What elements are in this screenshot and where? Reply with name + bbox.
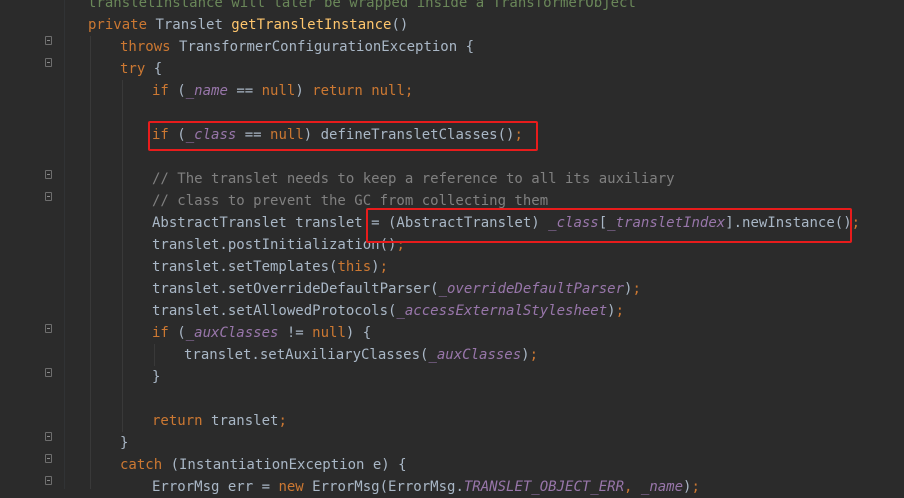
fold-marker-icon[interactable] xyxy=(45,170,52,179)
code-token: _accessExternalStylesheet xyxy=(396,303,608,319)
code-token: // class to prevent the GC from collecti… xyxy=(152,193,549,209)
code-token: catch xyxy=(120,457,171,473)
code-token: throws xyxy=(120,39,180,55)
code-token: TransformerConfigurationException { xyxy=(179,39,475,55)
fold-marker-icon[interactable] xyxy=(45,454,52,463)
fold-marker-icon[interactable] xyxy=(45,476,52,485)
code-line: translet.setAuxiliaryClasses(_auxClasses… xyxy=(184,344,538,366)
code-token: if xyxy=(152,325,178,341)
code-token: ) xyxy=(521,347,530,363)
code-token: return null xyxy=(312,83,405,99)
editor-gutter xyxy=(0,0,64,489)
code-line: transletInstance will later be wrapped i… xyxy=(88,0,636,14)
fold-marker-icon[interactable] xyxy=(45,368,52,377)
code-token: () xyxy=(391,17,409,33)
code-token: translet.setAllowedProtocols( xyxy=(152,303,397,319)
code-token: } xyxy=(152,369,161,385)
code-line: // The translet needs to keep a referenc… xyxy=(152,168,675,190)
code-token: } xyxy=(120,435,129,451)
highlight-box-define-classes xyxy=(148,121,538,151)
code-token: translet.postInitialization() xyxy=(152,237,397,253)
code-token: ) xyxy=(607,303,616,319)
code-token: Translet xyxy=(155,17,232,33)
indent-guide xyxy=(90,36,91,489)
code-token: return xyxy=(152,413,212,429)
code-line: if (_auxClasses != null) { xyxy=(152,322,371,344)
code-token: { xyxy=(153,61,163,77)
code-line: } xyxy=(152,366,160,388)
code-token: ( xyxy=(177,325,186,341)
code-token: _name xyxy=(185,83,228,99)
code-token: ; xyxy=(529,347,539,363)
code-token: TRANSLET_OBJECT_ERR xyxy=(463,479,625,495)
fold-marker-icon[interactable] xyxy=(45,324,52,333)
code-token: try xyxy=(120,61,154,77)
code-line: private Translet getTransletInstance() xyxy=(88,14,408,36)
code-token: _name xyxy=(640,479,684,495)
code-token: ( xyxy=(177,83,186,99)
code-token: private xyxy=(88,17,156,33)
code-token: ; xyxy=(404,83,414,99)
code-token: this xyxy=(337,259,372,275)
code-line: catch (InstantiationException e) { xyxy=(120,454,407,476)
code-token: null xyxy=(261,83,296,99)
code-token: // The translet needs to keep a referenc… xyxy=(152,171,675,187)
code-token: ; xyxy=(615,303,625,319)
code-line: if (_name == null) return null; xyxy=(152,80,413,102)
code-line: } xyxy=(120,432,128,454)
code-token: == xyxy=(227,83,262,99)
code-line: throws TransformerConfigurationException… xyxy=(120,36,474,58)
code-token: translet.setTemplates( xyxy=(152,259,338,275)
fold-marker-icon[interactable] xyxy=(45,36,52,45)
code-token: new xyxy=(278,479,313,495)
code-token: , xyxy=(624,479,641,495)
code-token: translet.setAuxiliaryClasses( xyxy=(184,347,429,363)
code-token: _auxClasses xyxy=(185,325,279,341)
code-line: translet.setTemplates(this); xyxy=(152,256,388,278)
code-token: ) xyxy=(295,83,313,99)
code-token: ) xyxy=(371,259,380,275)
code-line: translet.setAllowedProtocols(_accessExte… xyxy=(152,300,624,322)
fold-marker-icon[interactable] xyxy=(45,432,52,441)
indent-guide xyxy=(154,344,155,366)
code-token: ; xyxy=(691,479,700,495)
code-line: ErrorMsg err = new ErrorMsg(ErrorMsg.TRA… xyxy=(152,476,700,498)
code-token: != xyxy=(278,325,313,341)
code-line: try { xyxy=(120,58,162,80)
fold-marker-icon[interactable] xyxy=(45,58,52,67)
code-token: _auxClasses xyxy=(428,347,522,363)
code-token: ; xyxy=(851,215,861,231)
code-token: translet xyxy=(211,413,279,429)
indent-guide xyxy=(122,80,123,432)
code-token: ) { xyxy=(345,325,372,341)
code-token: _overrideDefaultParser xyxy=(438,281,625,297)
code-token: ; xyxy=(632,281,641,297)
code-token: ; xyxy=(278,413,287,429)
code-token: (InstantiationException e) { xyxy=(170,457,407,473)
code-token: ErrorMsg(ErrorMsg. xyxy=(312,479,464,495)
code-token: ErrorMsg err = xyxy=(152,479,279,495)
code-token: ; xyxy=(379,259,389,275)
gutter-divider xyxy=(64,0,65,489)
highlight-box-new-instance xyxy=(366,208,852,243)
code-token: translet.setOverrideDefaultParser( xyxy=(152,281,439,297)
code-line: translet.setOverrideDefaultParser(_overr… xyxy=(152,278,641,300)
code-token: null xyxy=(312,325,346,341)
code-token: transletInstance will later be wrapped i… xyxy=(88,0,636,11)
code-line: return translet; xyxy=(152,410,287,432)
code-token: if xyxy=(152,83,178,99)
code-token: getTransletInstance xyxy=(231,17,392,33)
fold-marker-icon[interactable] xyxy=(45,192,52,201)
